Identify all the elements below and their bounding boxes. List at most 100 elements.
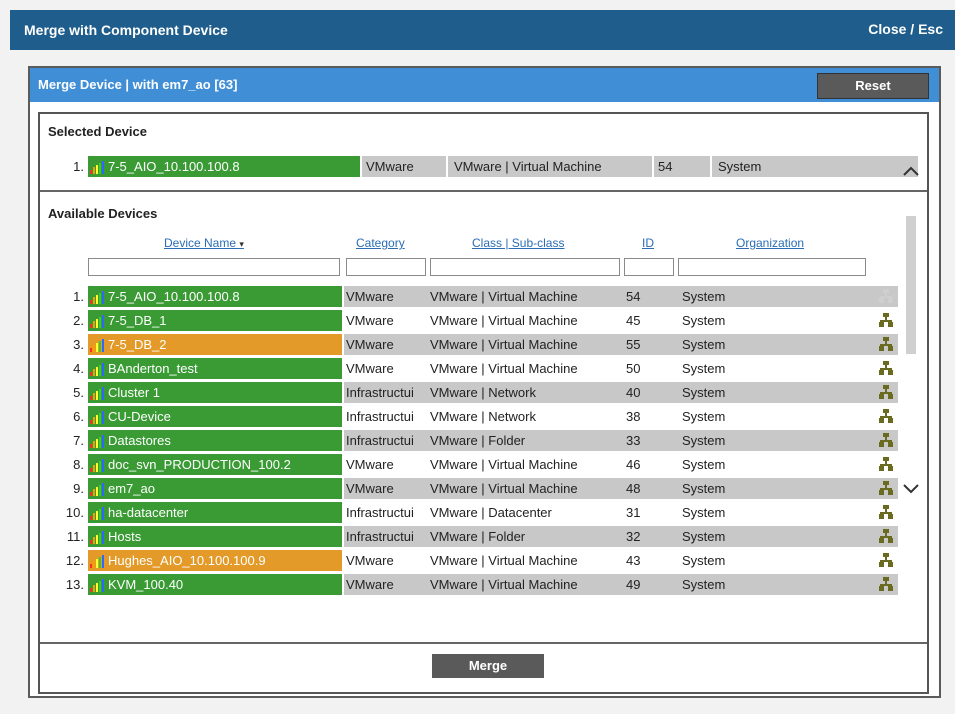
device-row[interactable]: 6. CU-Device Infrastructui VMware | Network…: [40, 406, 927, 427]
device-row[interactable]: 8. doc_svn_PRODUCTION_100.2 VMware VMware |…: [40, 454, 927, 475]
selected-device-category: VMware: [362, 156, 446, 177]
section-divider: [40, 190, 927, 192]
device-category: Infrastructui: [344, 502, 426, 523]
scrollbar-thumb[interactable]: [906, 216, 916, 354]
merge-icon[interactable]: [878, 336, 894, 352]
device-row[interactable]: 3. 7-5_DB_2 VMware VMware | Virtual Machine…: [40, 334, 927, 355]
device-name-text: 7-5_DB_1: [108, 313, 167, 328]
disabled-merge-icon: [879, 289, 893, 303]
merge-button[interactable]: Merge: [432, 654, 544, 678]
device-name-cell[interactable]: ha-datacenter: [88, 502, 342, 523]
row-number: 6.: [73, 409, 84, 424]
performance-bars-icon: [90, 507, 104, 521]
device-name-text: em7_ao: [108, 481, 155, 496]
device-name-cell[interactable]: Cluster 1: [88, 382, 342, 403]
device-category: VMware: [344, 334, 426, 355]
device-name-cell[interactable]: 7-5_AIO_10.100.100.8: [88, 286, 342, 307]
action-cell: [872, 478, 898, 499]
device-class: VMware | Virtual Machine: [426, 574, 622, 595]
device-name-cell[interactable]: Hughes_AIO_10.100.100.9: [88, 550, 342, 571]
device-name-cell[interactable]: 7-5_DB_1: [88, 310, 342, 331]
device-name-cell[interactable]: Hosts: [88, 526, 342, 547]
device-name-text: 7-5_AIO_10.100.100.8: [108, 289, 240, 304]
device-name-cell[interactable]: 7-5_DB_2: [88, 334, 342, 355]
device-id: 48: [622, 478, 676, 499]
device-name-filter-input[interactable]: [88, 258, 340, 276]
device-row[interactable]: 13. KVM_100.40 VMware VMware | Virtual Mach…: [40, 574, 927, 595]
column-header-device-name[interactable]: Device Name ▾: [164, 236, 244, 250]
selected-row-number: 1.: [73, 159, 84, 174]
device-id: 55: [622, 334, 676, 355]
action-cell: [872, 286, 898, 307]
column-header-class[interactable]: Class | Sub-class: [472, 236, 564, 250]
device-class: VMware | Virtual Machine: [426, 286, 622, 307]
row-number: 13.: [65, 577, 84, 592]
class-filter-input[interactable]: [430, 258, 620, 276]
device-class: VMware | Virtual Machine: [426, 550, 622, 571]
device-row[interactable]: 4. BAnderton_test VMware VMware | Virtual M…: [40, 358, 927, 379]
device-category: VMware: [344, 310, 426, 331]
device-row[interactable]: 2. 7-5_DB_1 VMware VMware | Virtual Machine…: [40, 310, 927, 331]
merge-icon[interactable]: [878, 576, 894, 592]
device-name-cell[interactable]: CU-Device: [88, 406, 342, 427]
scroll-down-icon[interactable]: [901, 482, 921, 496]
row-number: 9.: [73, 481, 84, 496]
device-class: VMware | Folder: [426, 526, 622, 547]
device-panel: Selected Device 1. 7-5_AIO_10.100.100.8 …: [38, 112, 929, 694]
reset-button[interactable]: Reset: [817, 73, 929, 99]
performance-bars-icon: [90, 483, 104, 497]
selected-device-class: VMware | Virtual Machine: [448, 156, 652, 177]
scrollbar[interactable]: [901, 164, 921, 500]
category-filter-input[interactable]: [346, 258, 426, 276]
device-id: 50: [622, 358, 676, 379]
device-row[interactable]: 10. ha-datacenter Infrastructui VMware | Da…: [40, 502, 927, 523]
scroll-up-icon[interactable]: [901, 164, 921, 178]
device-row[interactable]: 12. Hughes_AIO_10.100.100.9 VMware VMware |…: [40, 550, 927, 571]
device-class: VMware | Virtual Machine: [426, 334, 622, 355]
device-name-cell[interactable]: Datastores: [88, 430, 342, 451]
device-organization: System: [676, 406, 872, 427]
performance-bars-icon: [90, 459, 104, 473]
merge-icon[interactable]: [878, 504, 894, 520]
device-class: VMware | Virtual Machine: [426, 454, 622, 475]
merge-icon[interactable]: [878, 432, 894, 448]
merge-icon[interactable]: [878, 456, 894, 472]
action-cell: [872, 334, 898, 355]
merge-icon[interactable]: [878, 384, 894, 400]
device-class: VMware | Virtual Machine: [426, 310, 622, 331]
device-row[interactable]: 5. Cluster 1 Infrastructui VMware | Network…: [40, 382, 927, 403]
device-row[interactable]: 7. Datastores Infrastructui VMware | Folder…: [40, 430, 927, 451]
device-category: VMware: [344, 478, 426, 499]
device-category: VMware: [344, 286, 426, 307]
device-name-cell[interactable]: BAnderton_test: [88, 358, 342, 379]
id-filter-input[interactable]: [624, 258, 674, 276]
device-class: VMware | Virtual Machine: [426, 358, 622, 379]
device-row[interactable]: 1. 7-5_AIO_10.100.100.8 VMware VMware | Vir…: [40, 286, 927, 307]
device-name-cell[interactable]: doc_svn_PRODUCTION_100.2: [88, 454, 342, 475]
merge-icon[interactable]: [878, 408, 894, 424]
column-header-category[interactable]: Category: [356, 236, 405, 250]
action-cell: [872, 358, 898, 379]
device-organization: System: [676, 382, 872, 403]
merge-icon[interactable]: [878, 360, 894, 376]
device-row[interactable]: 11. Hosts Infrastructui VMware | Folder 32 Sy…: [40, 526, 927, 547]
device-name-cell[interactable]: em7_ao: [88, 478, 342, 499]
column-header-organization[interactable]: Organization: [736, 236, 804, 250]
panel-header: Merge Device | with em7_ao [63] Reset: [30, 68, 939, 102]
available-devices-title: Available Devices: [48, 206, 158, 221]
device-id: 33: [622, 430, 676, 451]
device-id: 54: [622, 286, 676, 307]
merge-icon[interactable]: [878, 552, 894, 568]
merge-icon[interactable]: [878, 528, 894, 544]
performance-bars-icon: [90, 339, 104, 353]
device-row[interactable]: 9. em7_ao VMware VMware | Virtual Machine 48…: [40, 478, 927, 499]
close-button[interactable]: Close / Esc: [868, 21, 943, 37]
performance-bars-icon: [90, 161, 104, 175]
device-name-cell[interactable]: KVM_100.40: [88, 574, 342, 595]
column-header-id[interactable]: ID: [642, 236, 654, 250]
organization-filter-input[interactable]: [678, 258, 866, 276]
device-class: VMware | Network: [426, 382, 622, 403]
selected-device-row: 1. 7-5_AIO_10.100.100.8 VMware VMware | …: [40, 156, 927, 177]
merge-icon[interactable]: [878, 312, 894, 328]
merge-icon[interactable]: [878, 480, 894, 496]
